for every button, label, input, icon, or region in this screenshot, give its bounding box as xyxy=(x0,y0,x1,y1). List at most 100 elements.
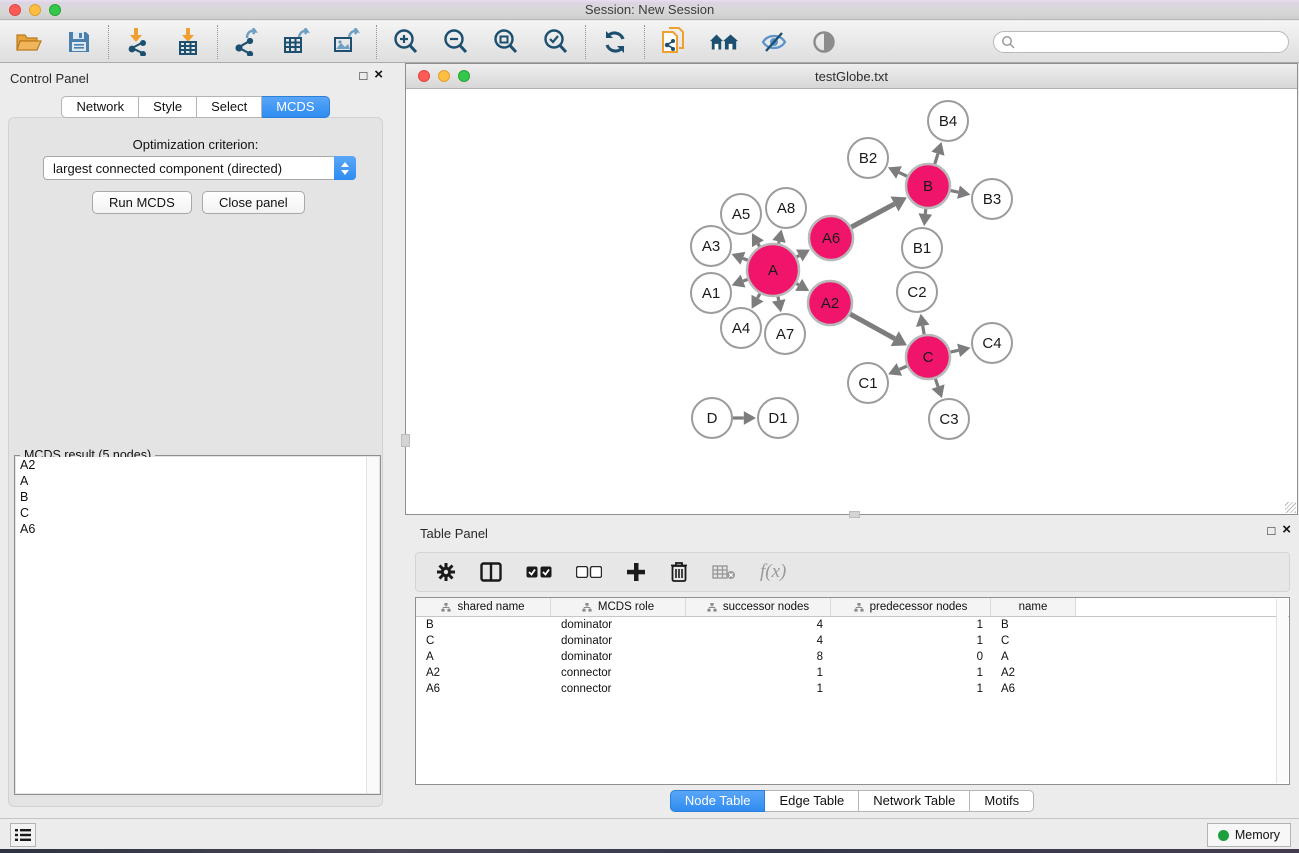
edge-C-C2[interactable] xyxy=(923,326,924,335)
close-panel-icon[interactable]: × xyxy=(374,68,383,83)
import-network-icon[interactable] xyxy=(123,27,153,57)
tab-mcds[interactable]: MCDS xyxy=(262,96,329,118)
edge-C-C1[interactable] xyxy=(899,366,907,369)
search-field[interactable] xyxy=(1015,33,1288,51)
edge-A-A7[interactable] xyxy=(778,297,779,301)
edge-A6-B[interactable] xyxy=(851,204,894,227)
function-builder-icon: f(x) xyxy=(760,560,786,584)
edge-B-B3[interactable] xyxy=(951,191,959,193)
share-session-icon[interactable] xyxy=(659,27,689,57)
tab-network[interactable]: Network xyxy=(61,96,139,118)
edge-B-B2[interactable] xyxy=(899,172,907,176)
edge-A-A4[interactable] xyxy=(758,294,760,298)
table-scrollbar[interactable] xyxy=(1276,599,1288,783)
node-label-B4: B4 xyxy=(939,113,957,130)
window-titlebar: Session: New Session xyxy=(0,0,1299,20)
cell-name: C xyxy=(991,633,1076,649)
task-history-button[interactable] xyxy=(10,823,36,847)
cell-MCDS-role: connector xyxy=(551,681,686,697)
control-panel-title: Control Panel xyxy=(10,71,89,86)
edge-A-A2[interactable] xyxy=(796,284,798,285)
result-item-A[interactable]: A xyxy=(16,473,379,489)
node-label-A6: A6 xyxy=(822,230,840,247)
column-header-predecessor-nodes[interactable]: predecessor nodes xyxy=(831,598,991,616)
float-panel-icon[interactable]: □ xyxy=(359,69,367,83)
export-table-icon[interactable] xyxy=(282,27,312,57)
result-item-A6[interactable]: A6 xyxy=(16,521,379,537)
import-table-icon[interactable] xyxy=(173,27,203,57)
export-image-icon[interactable] xyxy=(332,27,362,57)
table-row[interactable]: A6connector11A6 xyxy=(416,681,1289,697)
edge-A-A1[interactable] xyxy=(743,279,748,281)
edge-B-B4[interactable] xyxy=(935,154,938,164)
run-mcds-button[interactable]: Run MCDS xyxy=(92,191,192,214)
zoom-selected-icon[interactable] xyxy=(541,27,571,57)
tab-network-table[interactable]: Network Table xyxy=(859,790,970,812)
show-panel-icon[interactable] xyxy=(809,27,839,57)
network-canvas[interactable]: AA6A2BCA5A8A3A1A4A7B2B4B3B1C2C4C1C3DD1 xyxy=(406,89,1297,514)
edge-A-A5[interactable] xyxy=(758,244,760,247)
tab-style[interactable]: Style xyxy=(139,96,197,118)
tab-edge-table[interactable]: Edge Table xyxy=(765,790,859,812)
zoom-out-icon[interactable] xyxy=(441,27,471,57)
toolbar-separator xyxy=(585,25,586,59)
export-network-icon[interactable] xyxy=(232,27,262,57)
column-type-icon xyxy=(854,603,864,612)
table-toolbar: f(x) xyxy=(415,552,1290,592)
result-scrollbar[interactable] xyxy=(366,457,379,793)
criterion-select[interactable]: largest connected component (directed) xyxy=(43,156,356,180)
search-input[interactable] xyxy=(993,31,1289,53)
column-header-successor-nodes[interactable]: successor nodes xyxy=(686,598,831,616)
edge-C-C3[interactable] xyxy=(935,379,938,387)
edge-A-A6[interactable] xyxy=(797,255,800,256)
tab-motifs[interactable]: Motifs xyxy=(970,790,1034,812)
close-panel-button[interactable]: Close panel xyxy=(202,191,305,214)
result-item-A2[interactable]: A2 xyxy=(16,457,379,473)
add-column-icon[interactable] xyxy=(626,560,646,584)
node-label-B2: B2 xyxy=(859,150,877,167)
zoom-fit-icon[interactable] xyxy=(491,27,521,57)
criterion-value: largest connected component (directed) xyxy=(44,161,334,176)
cell-name: A2 xyxy=(991,665,1076,681)
result-item-B[interactable]: B xyxy=(16,489,379,505)
tab-node-table[interactable]: Node Table xyxy=(670,790,766,812)
select-all-icon[interactable] xyxy=(526,560,552,584)
table-row[interactable]: A2connector11A2 xyxy=(416,665,1289,681)
show-columns-icon[interactable] xyxy=(480,560,502,584)
column-header-MCDS-role[interactable]: MCDS role xyxy=(551,598,686,616)
network-vscroll-thumb[interactable] xyxy=(401,434,410,447)
table-panel: Table Panel □ × xyxy=(405,518,1299,815)
node-label-B3: B3 xyxy=(983,191,1001,208)
column-header-shared-name[interactable]: shared name xyxy=(416,598,551,616)
column-header-name[interactable]: name xyxy=(991,598,1076,616)
edge-A-A3[interactable] xyxy=(743,258,748,260)
zoom-in-icon[interactable] xyxy=(391,27,421,57)
node-label-A1: A1 xyxy=(702,285,720,302)
node-table-body: Bdominator41BCdominator41CAdominator80AA… xyxy=(416,617,1289,697)
delete-column-trash-icon[interactable] xyxy=(670,560,688,584)
refresh-icon[interactable] xyxy=(600,27,630,57)
hide-panel-icon[interactable] xyxy=(759,27,789,57)
table-row[interactable]: Adominator80A xyxy=(416,649,1289,665)
network-hscroll-thumb[interactable] xyxy=(849,511,860,518)
cell-predecessor-nodes: 1 xyxy=(831,665,991,681)
deselect-all-icon[interactable] xyxy=(576,560,602,584)
result-item-C[interactable]: C xyxy=(16,505,379,521)
close-table-panel-icon[interactable]: × xyxy=(1282,523,1291,538)
memory-button[interactable]: Memory xyxy=(1207,823,1291,847)
open-file-icon[interactable] xyxy=(14,27,44,57)
edge-C-C4[interactable] xyxy=(950,350,958,352)
node-label-B1: B1 xyxy=(913,240,931,257)
table-settings-gear-icon[interactable] xyxy=(436,560,456,584)
cell-MCDS-role: dominator xyxy=(551,633,686,649)
table-row[interactable]: Bdominator41B xyxy=(416,617,1289,633)
tab-select[interactable]: Select xyxy=(197,96,262,118)
float-table-panel-icon[interactable]: □ xyxy=(1267,524,1275,538)
edge-A2-C[interactable] xyxy=(850,314,895,339)
save-session-icon[interactable] xyxy=(64,27,94,57)
column-type-icon xyxy=(441,603,451,612)
resize-grip[interactable] xyxy=(1285,502,1296,513)
home-icon[interactable] xyxy=(709,27,739,57)
table-row[interactable]: Cdominator41C xyxy=(416,633,1289,649)
select-stepper-icon xyxy=(334,156,356,180)
